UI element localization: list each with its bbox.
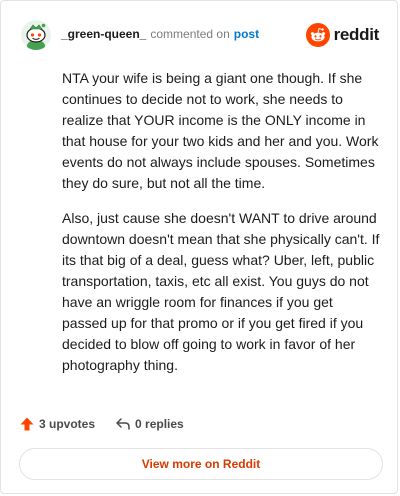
comment-body: NTA your wife is being a giant one thoug… — [62, 68, 380, 390]
comment-paragraph: NTA your wife is being a giant one thoug… — [62, 70, 379, 191]
commented-on-text: commented on — [150, 26, 230, 41]
comment-actions: 3 upvotes 0 replies — [19, 414, 184, 434]
replies-button[interactable]: 0 replies — [115, 416, 184, 432]
comment-meta: _green-queen_ commented on post — [61, 27, 306, 41]
upvote-count: 3 upvotes — [39, 417, 96, 431]
upvote-arrow-icon — [20, 417, 34, 431]
username-link[interactable]: _green-queen_ — [61, 27, 146, 41]
upvote-button[interactable]: 3 upvotes — [19, 416, 95, 432]
comment-paragraph: Also, just cause she doesn't WANT to dri… — [62, 210, 380, 373]
reply-arrow-icon — [116, 418, 130, 430]
reddit-brand[interactable]: reddit — [305, 23, 380, 47]
user-avatar[interactable] — [21, 20, 51, 50]
view-more-button[interactable]: View more on Reddit — [19, 448, 383, 480]
reddit-logo-icon — [305, 23, 330, 47]
snoo-avatar-icon — [21, 20, 51, 50]
post-link[interactable]: post — [234, 27, 259, 41]
reddit-wordmark: reddit — [333, 25, 380, 44]
comment-header: _green-queen_ commented on post reddit — [21, 19, 379, 51]
comment-embed-card: _green-queen_ commented on post reddit N… — [0, 0, 398, 494]
reply-count: 0 replies — [135, 417, 184, 431]
